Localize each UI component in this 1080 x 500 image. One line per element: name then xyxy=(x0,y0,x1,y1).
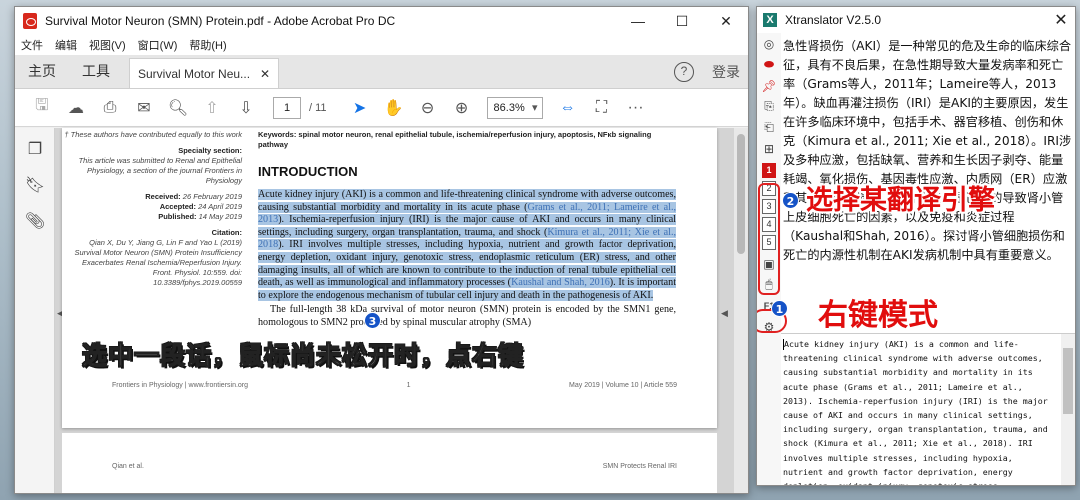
menu-bar: 文件 编辑 视图(V) 窗口(W) 帮助(H) xyxy=(15,35,748,55)
page-2-header: Qian et al. SMN Protects Renal IRI xyxy=(112,463,677,470)
zoom-select[interactable]: 86.3% xyxy=(486,96,543,119)
acrobat-window: Survival Motor Neuron (SMN) Protein.pdf … xyxy=(14,6,749,494)
page-number-input[interactable]: 1 xyxy=(273,96,301,119)
engine-highlight-box xyxy=(758,183,780,295)
page-total: / 11 xyxy=(309,101,327,114)
accepted-label: Accepted: xyxy=(159,202,196,211)
maximize-icon[interactable]: ☐ xyxy=(660,7,704,35)
more-icon[interactable]: ··· xyxy=(621,93,651,123)
p2-authors: Qian et al. xyxy=(112,463,144,470)
upload-cloud-icon[interactable]: ☁ xyxy=(61,93,91,123)
xtranslator-window: X Xtranslator V2.5.0 ✕ ◎ ⬬ 📌︎ ⎘ ⎗ ⊞ 1 2 … xyxy=(756,6,1076,486)
specialty-heading: Specialty section: xyxy=(178,146,242,155)
page-up-icon[interactable]: ⇧ xyxy=(197,93,227,123)
menu-edit[interactable]: 编辑 xyxy=(55,37,77,53)
doc-tab-label: Survival Motor Neu... xyxy=(138,66,251,81)
article-main-column: Keywords: spinal motor neuron, renal epi… xyxy=(258,130,677,330)
eye-hide-icon[interactable]: ◎ xyxy=(757,33,781,54)
window-title: Survival Motor Neuron (SMN) Protein.pdf … xyxy=(45,14,396,28)
document-area: ❐ 🔖︎ 📎︎ ◀ ◀ † These authors have contrib… xyxy=(15,128,748,493)
input-scrollbar[interactable] xyxy=(1061,334,1075,485)
acrobat-titlebar: Survival Motor Neuron (SMN) Protein.pdf … xyxy=(15,7,748,35)
left-navigation-rail: ❐ 🔖︎ 📎︎ ◀ xyxy=(15,128,64,493)
footer-page-number: 1 xyxy=(406,382,411,389)
print-icon[interactable]: ⎙ xyxy=(95,93,125,123)
search-icon[interactable]: 🔍︎ xyxy=(163,93,193,123)
badge-3: 3 xyxy=(364,312,381,329)
input-scrollbar-thumb[interactable] xyxy=(1063,348,1073,414)
tab-home[interactable]: 主页 xyxy=(15,54,69,88)
close-icon[interactable]: ✕ xyxy=(704,7,748,35)
save-icon[interactable]: 🖫 xyxy=(27,93,57,123)
pages-icon[interactable]: ❐ xyxy=(15,134,55,164)
paste-icon[interactable]: ⎗ xyxy=(757,117,781,138)
received-label: Received: xyxy=(145,192,181,201)
source-text: Acute kidney injury (AKI) is a common an… xyxy=(783,339,1048,485)
vertical-scrollbar[interactable] xyxy=(734,128,748,493)
zoom-in-icon[interactable]: ⊕ xyxy=(447,93,477,123)
paragraph-2: The full-length 38 kDa survival of motor… xyxy=(258,304,676,328)
xtranslator-sidebar: ◎ ⬬ 📌︎ ⎘ ⎗ ⊞ 1 2 3 4 5 ▣ 🖱︎ F1 ⚙ xyxy=(757,33,787,485)
close-icon[interactable]: ✕ xyxy=(1047,10,1075,30)
login-button[interactable]: 登录 xyxy=(712,62,740,82)
section-heading: INTRODUCTION xyxy=(258,164,358,179)
tab-bar: 主页 工具 Survival Motor Neu... ✕ ? 登录 xyxy=(15,55,748,89)
menu-file[interactable]: 文件 xyxy=(21,37,43,53)
engine-1-button[interactable]: 1 xyxy=(762,163,776,178)
accepted-date: 24 April 2019 xyxy=(198,202,242,211)
source-input[interactable]: Acute kidney injury (AKI) is a common an… xyxy=(781,333,1075,485)
pdf-page-1: † These authors have contributed equally… xyxy=(62,128,717,428)
pdf-file-icon xyxy=(23,13,37,29)
citation-body: Qian X, Du Y, Jiang G, Lin F and Yao L (… xyxy=(74,238,242,287)
published-date: 14 May 2019 xyxy=(198,212,242,221)
email-icon[interactable]: ✉ xyxy=(129,93,159,123)
received-date: 26 February 2019 xyxy=(182,192,242,201)
menu-window[interactable]: 窗口(W) xyxy=(138,37,178,53)
collapse-right-icon[interactable]: ◀ xyxy=(721,308,728,319)
expand-icon[interactable]: ⊞ xyxy=(757,138,781,159)
hand-tool-icon[interactable]: ✋ xyxy=(379,93,409,123)
selected-paragraph[interactable]: Acute kidney injury (AKI) is a common an… xyxy=(258,189,677,302)
citation-heading: Citation: xyxy=(211,228,242,237)
zoom-out-icon[interactable]: ⊖ xyxy=(413,93,443,123)
menu-view[interactable]: 视图(V) xyxy=(89,37,126,53)
tab-tools[interactable]: 工具 xyxy=(69,54,123,88)
toolbar: 🖫 ☁ ⎙ ✉ 🔍︎ ⇧ ⇩ 1 / 11 ➤ ✋ ⊖ ⊕ 86.3% ⇔ ⛶ … xyxy=(15,89,748,127)
menu-help[interactable]: 帮助(H) xyxy=(189,37,226,53)
article-info-column: † These authors have contributed equally… xyxy=(62,130,242,288)
fit-page-icon[interactable]: ⛶ xyxy=(587,93,617,123)
author-note: † These authors have contributed equally… xyxy=(64,130,242,139)
published-label: Published: xyxy=(158,212,197,221)
xtranslator-titlebar: X Xtranslator V2.5.0 ✕ xyxy=(757,7,1075,33)
tab-document[interactable]: Survival Motor Neu... ✕ xyxy=(129,58,279,88)
page-down-icon[interactable]: ⇩ xyxy=(231,93,261,123)
close-tab-icon[interactable]: ✕ xyxy=(260,67,270,81)
pdf-page-2: Qian et al. SMN Protects Renal IRI xyxy=(62,433,717,493)
fit-width-icon[interactable]: ⇔ xyxy=(553,93,583,123)
page-footer: Frontiers in Physiology | www.frontiersi… xyxy=(112,382,677,389)
footer-volume: May 2019 | Volume 10 | Article 559 xyxy=(569,382,677,389)
pin-icon[interactable]: 📌︎ xyxy=(757,75,781,96)
attachment-icon[interactable]: 📎︎ xyxy=(15,206,55,236)
copy-icon[interactable]: ⎘ xyxy=(757,96,781,117)
annotation-instruction: 选中一段话，鼠标尚未松开时，点右键 xyxy=(81,341,525,371)
specialty-body: This article was submitted to Renal and … xyxy=(78,156,242,185)
badge-1: 1 xyxy=(771,300,788,317)
xtranslator-logo: X xyxy=(763,13,777,27)
toggle-icon[interactable]: ⬬ xyxy=(757,54,781,75)
help-icon[interactable]: ? xyxy=(674,62,694,82)
footer-journal: Frontiers in Physiology | www.frontiersi… xyxy=(112,382,249,389)
badge-2: 2 xyxy=(782,192,799,209)
annotation-select-engine: 选择某翻译引擎 xyxy=(806,185,995,216)
annotation-right-click-mode: 右键模式 xyxy=(818,298,938,333)
scrollbar-thumb[interactable] xyxy=(737,134,745,254)
p2-running-title: SMN Protects Renal IRI xyxy=(602,463,677,470)
keywords: Keywords: spinal motor neuron, renal epi… xyxy=(258,130,652,149)
select-cursor-icon[interactable]: ➤ xyxy=(345,93,375,123)
minimize-icon[interactable]: — xyxy=(616,7,660,35)
xtranslator-title: Xtranslator V2.5.0 xyxy=(785,13,882,27)
bookmark-icon[interactable]: 🔖︎ xyxy=(15,170,55,200)
